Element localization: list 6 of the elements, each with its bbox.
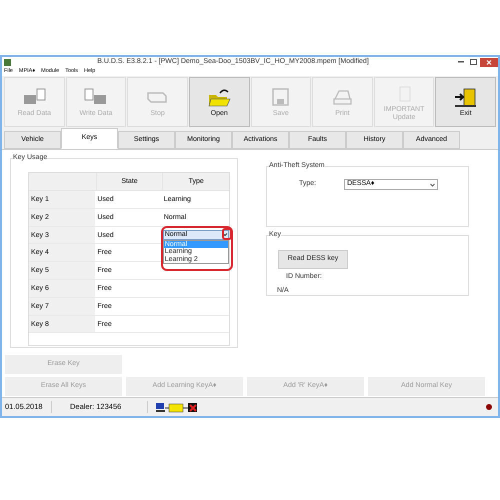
close-button[interactable] xyxy=(480,58,498,66)
exit-door-icon xyxy=(453,86,478,108)
maximize-button[interactable] xyxy=(470,59,477,65)
folder-icon xyxy=(206,86,232,108)
minimize-button[interactable] xyxy=(458,61,464,63)
app-icon xyxy=(4,58,11,66)
